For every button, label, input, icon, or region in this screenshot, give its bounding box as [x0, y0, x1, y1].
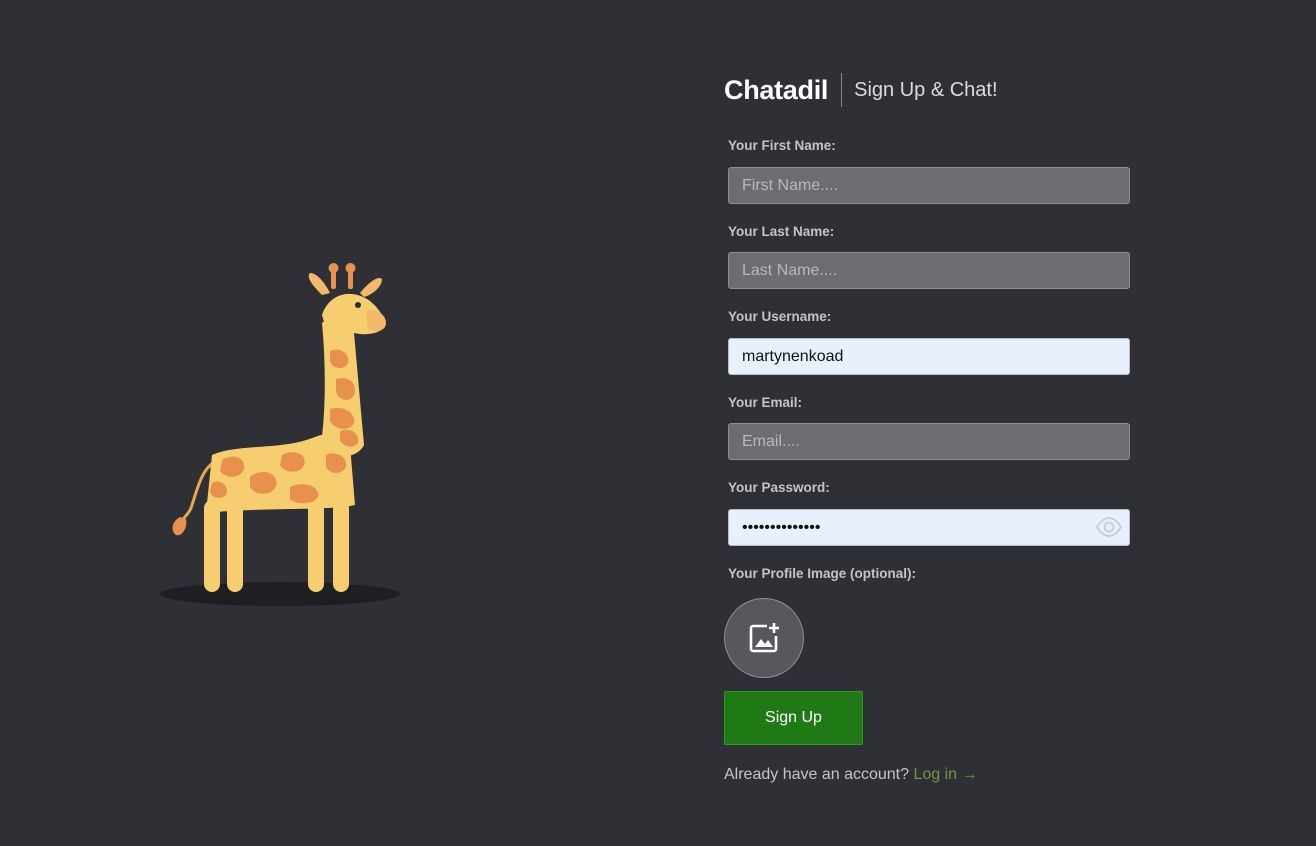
brand-name: Chatadil: [724, 74, 829, 105]
login-prompt: Already have an account? Log in →: [724, 766, 978, 784]
email-label: Your Email:: [728, 395, 803, 410]
sign-up-button[interactable]: Sign Up: [724, 691, 863, 745]
username-input[interactable]: [728, 338, 1130, 375]
password-input[interactable]: [728, 509, 1130, 546]
brand-header: Chatadil Sign Up & Chat!: [724, 72, 1130, 108]
header-divider: [841, 73, 843, 107]
first-name-label: Your First Name:: [728, 138, 836, 153]
last-name-label: Your Last Name:: [728, 224, 835, 239]
password-label: Your Password:: [728, 480, 830, 495]
brand-tagline: Sign Up & Chat!: [854, 78, 998, 101]
last-name-input[interactable]: [728, 252, 1130, 289]
add-image-icon: [749, 623, 779, 653]
profile-image-upload-button[interactable]: [724, 598, 804, 678]
eye-icon[interactable]: [1096, 517, 1122, 537]
profile-image-label: Your Profile Image (optional):: [728, 566, 917, 581]
username-label: Your Username:: [728, 309, 832, 324]
login-prompt-text: Already have an account?: [724, 766, 910, 783]
giraffe-illustration: [160, 263, 400, 606]
signup-page: Chatadil Sign Up & Chat! Your First Name…: [0, 0, 1316, 846]
email-input[interactable]: [728, 423, 1130, 460]
password-field: [728, 509, 1130, 546]
first-name-input[interactable]: [728, 167, 1130, 204]
login-link[interactable]: Log in →: [913, 766, 977, 783]
signup-form: Chatadil Sign Up & Chat! Your First Name…: [724, 72, 1130, 783]
